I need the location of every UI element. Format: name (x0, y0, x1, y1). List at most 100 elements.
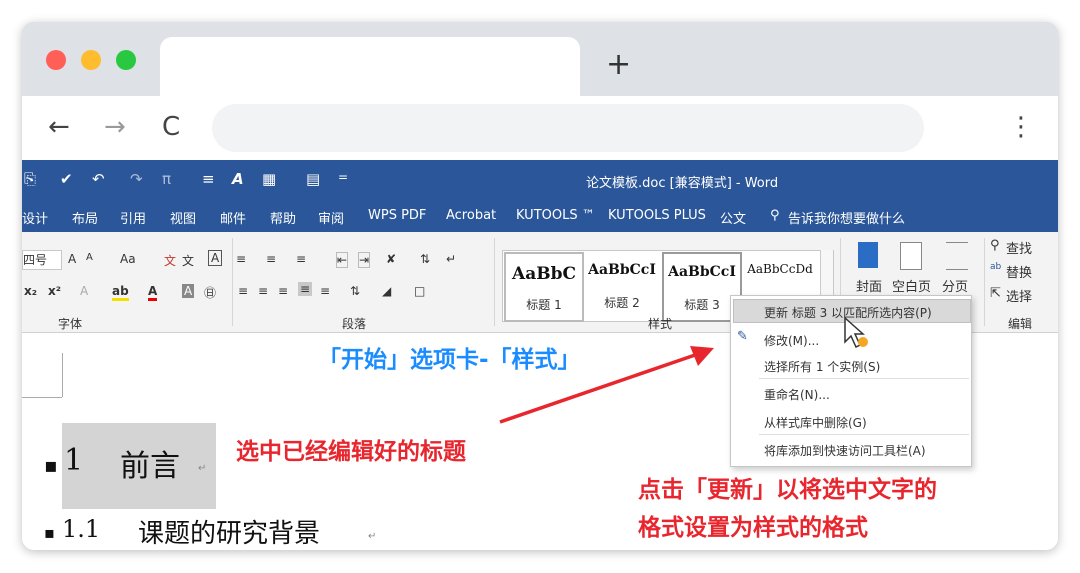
heading1-number[interactable]: 1 (64, 443, 83, 478)
heading2-text[interactable]: 课题的研究背景 (138, 513, 320, 550)
menu-acrobat[interactable]: Acrobat (446, 208, 496, 223)
blank-page-button[interactable]: 空白页 (892, 276, 931, 295)
grow-font-button[interactable]: A (68, 252, 76, 266)
font-size-select[interactable]: 四号 (22, 250, 62, 270)
customize-toolbar-icon[interactable]: = (338, 170, 348, 184)
increase-indent-icon[interactable]: ⇥ (358, 252, 371, 268)
format-painter-icon[interactable]: ✔ (60, 170, 73, 188)
menu-modify[interactable]: 修改(M)... (764, 332, 819, 349)
browser-window: + ← → C ⋮ ⎘ ✔ ↶ ↷ π ≡ A ▦ ▤ = 论文模板.doc [… (22, 22, 1058, 550)
decrease-indent-icon[interactable]: ⇤ (336, 252, 349, 268)
borders-icon[interactable]: □ (414, 284, 425, 298)
font-color-button[interactable]: A (148, 284, 158, 301)
tell-me-search[interactable]: 告诉我你想要做什么 (788, 208, 905, 227)
browser-menu-icon[interactable]: ⋮ (1008, 110, 1034, 144)
phonetic-guide-button[interactable]: 文 (182, 252, 194, 269)
align-left-icon[interactable]: ≡ (238, 284, 248, 298)
bullets-icon[interactable]: ≡ (236, 252, 246, 266)
font-size-value: 四号 (23, 253, 48, 267)
undo-icon[interactable]: ↶ (92, 170, 105, 188)
tab-bar: + (22, 22, 1058, 96)
menu-kutools[interactable]: KUTOOLS ™ (516, 208, 595, 223)
menu-wps-pdf[interactable]: WPS PDF (368, 208, 426, 223)
style-heading2[interactable]: AaBbCcI 标题 2 (584, 252, 660, 318)
menu-divider (759, 434, 969, 435)
paste-icon[interactable]: ⎘ (24, 170, 36, 188)
find-button[interactable]: 查找 (1006, 238, 1032, 257)
menu-references[interactable]: 引用 (120, 208, 146, 227)
ribbon-separator (494, 238, 495, 326)
line-spacing-icon[interactable]: ⇅ (350, 284, 360, 298)
select-icon: ⇱ (990, 286, 1001, 301)
replace-button[interactable]: 替换 (1006, 262, 1032, 281)
maximize-window-button[interactable] (116, 50, 136, 70)
word-menu-bar: 设计 布局 引用 视图 邮件 帮助 审阅 WPS PDF Acrobat KUT… (22, 200, 1058, 232)
superscript-button[interactable]: x² (48, 284, 61, 298)
select-button[interactable]: 选择 (1006, 286, 1032, 305)
menu-layout[interactable]: 布局 (72, 208, 98, 227)
change-case-button[interactable]: Aa (120, 252, 136, 266)
style-heading1[interactable]: AaBbC 标题 1 (504, 252, 584, 322)
shrink-font-button[interactable]: A (86, 252, 93, 263)
redo-icon[interactable]: ↷ (130, 170, 143, 188)
styles-group-label: 样式 (648, 317, 673, 331)
menu-remove-from-gallery[interactable]: 从样式库中删除(G) (764, 414, 867, 431)
heading2-number[interactable]: 1.1 (62, 515, 100, 543)
text-style-icon[interactable]: A (232, 170, 244, 188)
enclose-char-button[interactable]: ㊐ (204, 284, 216, 301)
shading-icon[interactable]: ◢ (382, 284, 391, 298)
replace-icon: ab (990, 262, 1002, 272)
align-center-icon[interactable]: ≡ (258, 284, 268, 298)
menu-official-doc[interactable]: 公文 (720, 208, 746, 227)
table-icon[interactable]: ▦ (262, 170, 276, 188)
menu-select-all-instances[interactable]: 选择所有 1 个实例(S) (764, 358, 880, 375)
clear-format-button[interactable]: 文 (164, 252, 176, 269)
document-title: 论文模板.doc [兼容模式] - Word (586, 176, 779, 191)
menu-review[interactable]: 审阅 (318, 208, 344, 227)
style-name: 标题 3 (684, 298, 720, 312)
find-icon: ⚲ (990, 238, 1000, 253)
multilevel-list-icon[interactable]: ≡ (296, 252, 306, 266)
new-tab-button[interactable]: + (606, 50, 631, 80)
sort-icon[interactable]: ⇅ (420, 252, 430, 266)
numbering-icon[interactable]: ≡ (266, 252, 276, 266)
menu-rename[interactable]: 重命名(N)... (764, 386, 830, 403)
menu-add-to-quick-access[interactable]: 将库添加到快速访问工具栏(A) (764, 442, 926, 459)
text-effects-button[interactable]: A (80, 284, 88, 298)
style-sample: AaBbC (512, 264, 576, 284)
show-marks-icon[interactable]: ↵ (446, 252, 456, 266)
align-right-icon[interactable]: ≡ (278, 284, 288, 298)
heading1-text[interactable]: 前言 (120, 441, 180, 485)
minimize-window-button[interactable] (81, 50, 101, 70)
menu-design[interactable]: 设计 (22, 208, 48, 227)
char-shading-button[interactable]: A (182, 284, 195, 298)
highlight-button[interactable]: ab (112, 284, 129, 301)
close-window-button[interactable] (46, 50, 66, 70)
distribute-icon[interactable]: ≡ (320, 284, 330, 298)
editing-group-label: 编辑 (1008, 317, 1033, 331)
layout-icon[interactable]: ▤ (306, 170, 320, 188)
back-arrow-icon[interactable]: ← (48, 110, 70, 144)
page-break-button[interactable]: 分页 (942, 276, 968, 295)
cover-page-button[interactable]: 封面 (856, 276, 882, 295)
justify-icon[interactable]: ≡ (298, 282, 313, 296)
menu-help[interactable]: 帮助 (270, 208, 296, 227)
address-bar-row: ← → C ⋮ (22, 96, 1058, 160)
equation-icon[interactable]: π (162, 170, 171, 188)
forward-arrow-icon[interactable]: → (104, 110, 126, 144)
asian-layout-icon[interactable]: ✘ (386, 252, 396, 266)
char-border-button[interactable]: A (208, 250, 223, 266)
menu-mailings[interactable]: 邮件 (220, 208, 246, 227)
menu-divider (759, 378, 969, 379)
reload-icon[interactable]: C (162, 110, 180, 144)
paragraph-mark: ↵ (198, 463, 207, 474)
menu-view[interactable]: 视图 (170, 208, 196, 227)
subscript-button[interactable]: x₂ (24, 284, 37, 298)
ribbon-separator (984, 238, 985, 326)
update-hint-annotation-2: 格式设置为样式的格式 (638, 515, 868, 541)
active-tab[interactable] (160, 37, 580, 96)
url-input[interactable] (212, 104, 924, 152)
align-icon[interactable]: ≡ (202, 170, 215, 188)
menu-kutools-plus[interactable]: KUTOOLS PLUS (608, 208, 706, 223)
modify-icon: ✎ (737, 329, 748, 344)
